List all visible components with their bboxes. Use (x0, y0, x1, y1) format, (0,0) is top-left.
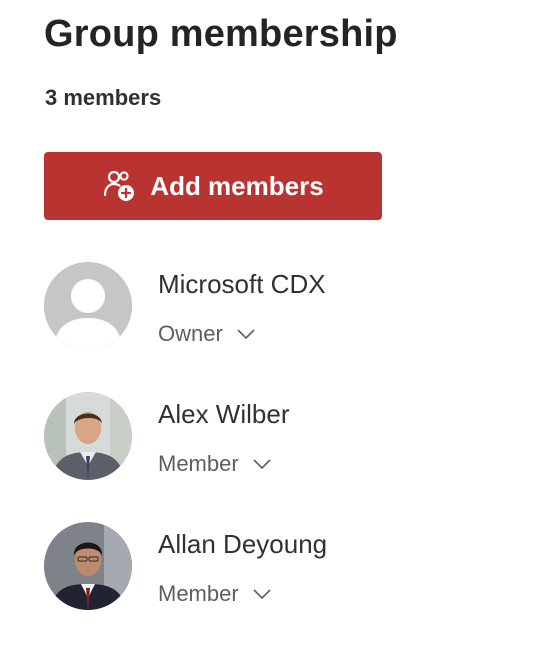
role-label: Owner (158, 321, 223, 346)
chevron-down-icon (237, 329, 255, 340)
chevron-down-icon (253, 589, 271, 600)
avatar (44, 522, 132, 610)
member-name: Alex Wilber (158, 399, 290, 429)
member-name: Allan Deyoung (158, 529, 328, 559)
role-label: Member (158, 451, 239, 476)
add-people-icon (104, 170, 135, 201)
role-dropdown[interactable]: Member (158, 450, 273, 478)
person-photo (44, 392, 132, 480)
member-name: Microsoft CDX (158, 269, 326, 299)
add-members-label: Add members (150, 171, 324, 201)
role-label: Member (158, 581, 239, 606)
add-members-button[interactable]: Add members (44, 152, 382, 220)
member-item: Microsoft CDX Owner (44, 262, 524, 362)
role-dropdown[interactable]: Member (158, 580, 273, 608)
page-title: Group membership (44, 13, 398, 55)
member-item: Allan Deyoung Member (44, 522, 524, 622)
default-person-icon (44, 262, 132, 350)
member-count: 3 members (45, 85, 162, 110)
role-dropdown[interactable]: Owner (158, 320, 257, 348)
chevron-down-icon (253, 459, 271, 470)
avatar (44, 392, 132, 480)
member-item: Alex Wilber Member (44, 392, 524, 492)
avatar (44, 262, 132, 350)
person-photo (44, 522, 132, 610)
